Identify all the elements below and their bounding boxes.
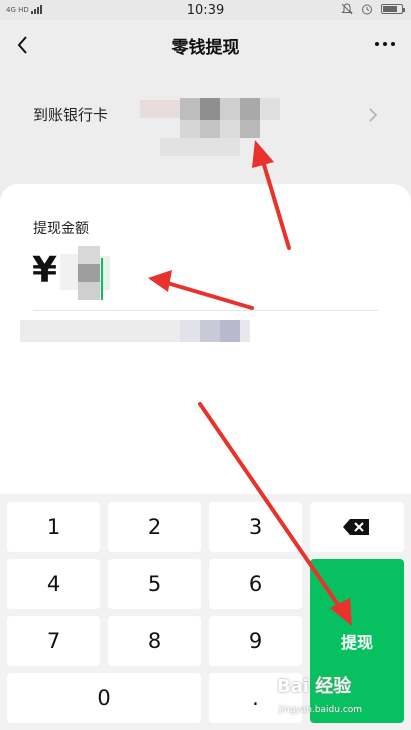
- network-type: 4G HD: [6, 6, 29, 14]
- key-4[interactable]: 4: [7, 559, 100, 609]
- bank-card-label: 到账银行卡: [33, 106, 109, 124]
- mute-bell-icon: [341, 3, 353, 15]
- page-title: 零钱提现: [171, 37, 240, 58]
- key-8[interactable]: 8: [108, 616, 201, 666]
- chevron-right-icon: [369, 108, 378, 122]
- key-7[interactable]: 7: [7, 616, 100, 666]
- alarm-icon: [362, 4, 372, 15]
- nav-bar: 零钱提现: [0, 20, 411, 70]
- backspace-icon: [343, 519, 369, 535]
- watermark-site: jingyan.baidu.com: [279, 705, 363, 715]
- key-2[interactable]: 2: [108, 502, 201, 552]
- signal-indicator: 4G HD: [6, 4, 42, 14]
- amount-label: 提现金额: [33, 221, 89, 237]
- status-bar: 4G HD 10:39: [0, 0, 411, 20]
- watermark-brand: Bai 经验: [277, 676, 352, 697]
- key-9[interactable]: 9: [209, 616, 302, 666]
- currency-symbol: ¥: [32, 250, 58, 291]
- bank-card-selector[interactable]: 到账银行卡: [0, 72, 411, 158]
- amount-divider: [33, 310, 378, 311]
- more-options-icon[interactable]: [375, 36, 397, 52]
- delete-key[interactable]: [310, 502, 404, 552]
- key-3[interactable]: 3: [209, 502, 302, 552]
- key-1[interactable]: 1: [7, 502, 100, 552]
- back-arrow-icon[interactable]: [12, 33, 36, 57]
- key-0[interactable]: 0: [7, 673, 201, 723]
- input-caret: [101, 258, 103, 300]
- masked-bank-card-info: [140, 98, 280, 156]
- baidu-jingyan-watermark: Bai 经验 jingyan.baidu.com: [277, 672, 387, 722]
- withdraw-panel: 提现金额 ¥: [0, 184, 411, 494]
- status-icons: [341, 3, 405, 15]
- status-time: 10:39: [186, 2, 225, 18]
- masked-balance-info: [20, 320, 250, 342]
- key-5[interactable]: 5: [108, 559, 201, 609]
- signal-bars-icon: [30, 4, 42, 14]
- battery-icon: [381, 4, 405, 14]
- key-6[interactable]: 6: [209, 559, 302, 609]
